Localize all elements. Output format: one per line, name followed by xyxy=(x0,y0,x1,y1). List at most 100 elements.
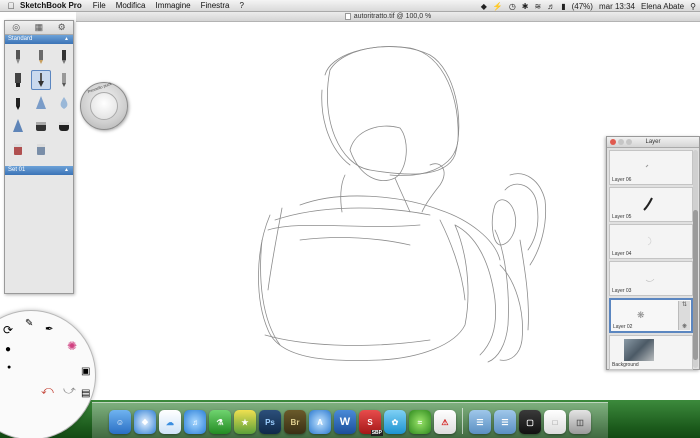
brush-set-footer[interactable]: Set 01 ▲ xyxy=(5,166,73,175)
time-machine-icon[interactable]: ◷ xyxy=(509,2,516,11)
drawing-canvas[interactable] xyxy=(0,22,700,400)
layer-thumbnail xyxy=(647,236,652,246)
volume-icon[interactable]: ♬ xyxy=(547,2,555,11)
photoshop-icon[interactable]: Ps xyxy=(259,410,281,434)
redo-icon[interactable]: ⤻ xyxy=(63,384,76,396)
layer-scrollbar-thumb[interactable] xyxy=(693,210,698,360)
downloads-stack-icon[interactable]: ▢ xyxy=(519,410,541,434)
color-wheel-icon[interactable]: ✺ xyxy=(67,340,77,352)
clock[interactable]: mar 13:34 xyxy=(599,2,635,11)
opacity-slider-icon[interactable]: ⇅ xyxy=(682,301,687,308)
app-store-icon[interactable]: A xyxy=(309,410,331,434)
puck-center[interactable] xyxy=(90,92,118,120)
crossover-icon[interactable]: ★ xyxy=(234,410,256,434)
menu-help[interactable]: ? xyxy=(240,1,244,10)
documents-folder-icon[interactable]: ☰ xyxy=(494,410,516,434)
acrobat-icon[interactable]: ⚠ xyxy=(434,410,456,434)
smudge-tool[interactable] xyxy=(31,93,51,113)
pencil-tool[interactable] xyxy=(31,47,51,67)
pen-nib-icon[interactable]: ✒ xyxy=(45,325,53,335)
layer-thumbnail xyxy=(645,164,649,168)
layer-name: Layer 02 xyxy=(613,324,633,330)
bridge-icon[interactable]: Br xyxy=(284,410,306,434)
chisel-tool[interactable] xyxy=(54,70,74,90)
spotlight-bolt-icon[interactable]: ⚡ xyxy=(493,2,503,11)
tool-palette-header: ◎ ▦ ⚙ xyxy=(5,21,73,35)
document-title: autoritratto.tif @ 100,0 % xyxy=(353,13,432,20)
blur-tool[interactable] xyxy=(54,93,74,113)
ballpoint-pen-tool[interactable] xyxy=(54,47,74,67)
menu-image[interactable]: Immagine xyxy=(155,1,190,10)
paintbrush-tool[interactable] xyxy=(31,70,51,90)
icloud-icon[interactable]: ☁ xyxy=(159,410,181,434)
menu-app-name[interactable]: SketchBook Pro xyxy=(20,1,82,10)
brush-library-icon[interactable]: ◎ xyxy=(12,22,20,33)
layer-name: Layer 03 xyxy=(612,288,632,294)
brush-size-large-icon[interactable]: ● xyxy=(5,345,11,355)
layer-thumbnail-sparkle-icon: ❋ xyxy=(637,310,645,320)
eraser-hard-tool[interactable] xyxy=(31,116,51,136)
sbp-badge: SBP xyxy=(370,430,383,436)
zoom-button[interactable] xyxy=(626,139,632,145)
menu-bar:  SketchBook Pro File Modifica Immagine … xyxy=(0,0,700,12)
settings-gear-icon[interactable]: ⚙ xyxy=(58,22,66,33)
brush-set-footer-name: Set 01 xyxy=(8,167,26,173)
layer-panel-title-bar[interactable]: Layer xyxy=(607,137,699,148)
close-button[interactable] xyxy=(610,139,616,145)
finder-icon[interactable]: ☺ xyxy=(109,410,131,434)
word-icon[interactable]: W xyxy=(334,410,356,434)
menu-file[interactable]: File xyxy=(93,1,106,10)
layer-item[interactable]: Layer 05 xyxy=(609,187,693,222)
layer-item[interactable]: Layer 06 xyxy=(609,150,693,185)
document-title-bar[interactable]: autoritratto.tif @ 100,0 % xyxy=(76,12,700,22)
layer-item[interactable]: Layer 03 xyxy=(609,261,693,296)
layer-editor-icon[interactable]: ▣ xyxy=(81,367,90,377)
eraser-soft-tool[interactable] xyxy=(54,116,74,136)
minimize-button[interactable] xyxy=(618,139,624,145)
spotlight-icon[interactable]: ⚲ xyxy=(690,2,696,11)
twitter-icon[interactable]: ✿ xyxy=(384,410,406,434)
battery-percent[interactable]: (47%) xyxy=(572,2,593,11)
apple-icon[interactable]:  xyxy=(4,1,18,11)
bluetooth-icon[interactable]: ✱ xyxy=(522,2,529,11)
layer-scrollbar[interactable] xyxy=(693,150,698,368)
spotify-icon[interactable]: ≈ xyxy=(409,410,431,434)
applications-folder-icon[interactable]: ☰ xyxy=(469,410,491,434)
brush-puck[interactable]: Pennello puck xyxy=(80,81,128,130)
airbrush-tool[interactable] xyxy=(8,47,28,67)
brush-properties-icon[interactable]: ✎ xyxy=(25,319,33,329)
document-menu-icon[interactable]: ▤ xyxy=(81,389,90,399)
layer-menu-sparkle-icon[interactable]: ❋ xyxy=(682,323,687,330)
collapse-triangle-icon[interactable]: ▲ xyxy=(64,166,69,175)
layer-name: Layer 04 xyxy=(612,251,632,257)
layer-item[interactable]: Background xyxy=(609,335,693,370)
pan-zoom-icon[interactable]: ⟳ xyxy=(3,324,13,336)
paint-bucket-tool[interactable] xyxy=(8,139,28,159)
dropbox-icon[interactable]: ◆ xyxy=(481,2,487,11)
layer-item[interactable]: Layer 04 xyxy=(609,224,693,259)
sketchbook-pro-icon[interactable]: S SBP xyxy=(359,410,383,436)
user-name[interactable]: Elena Abate xyxy=(641,2,684,11)
layer-name: Layer 06 xyxy=(612,177,632,183)
menu-edit[interactable]: Modifica xyxy=(116,1,146,10)
battery-icon[interactable]: ▮ xyxy=(561,2,565,11)
document-stack-icon[interactable]: □ xyxy=(544,410,566,434)
sharpen-tool[interactable] xyxy=(8,116,28,136)
safari-icon[interactable]: ❖ xyxy=(134,410,156,434)
layer-item-selected[interactable]: ❋ ⇅ ❋ Layer 02 xyxy=(609,298,693,333)
layer-opacity-control[interactable]: ⇅ ❋ xyxy=(678,301,690,330)
brush-size-small-icon[interactable]: ● xyxy=(7,363,11,373)
swatch-grid-icon[interactable]: ▦ xyxy=(35,22,44,33)
growl-icon[interactable]: ⚗ xyxy=(209,410,231,434)
brush-set-header[interactable]: Standard ▲ xyxy=(5,35,73,44)
gradient-fill-tool[interactable] xyxy=(31,139,51,159)
felt-pen-tool[interactable] xyxy=(8,93,28,113)
wifi-icon[interactable]: ≋ xyxy=(535,2,542,11)
collapse-triangle-icon[interactable]: ▲ xyxy=(64,35,69,44)
itunes-icon[interactable]: ♫ xyxy=(184,410,206,434)
marker-tool[interactable] xyxy=(8,70,28,90)
layer-name: Background xyxy=(612,362,639,368)
undo-icon[interactable]: ⤺ xyxy=(41,384,54,396)
trash-icon[interactable]: ◫ xyxy=(569,410,591,434)
menu-window[interactable]: Finestra xyxy=(201,1,230,10)
